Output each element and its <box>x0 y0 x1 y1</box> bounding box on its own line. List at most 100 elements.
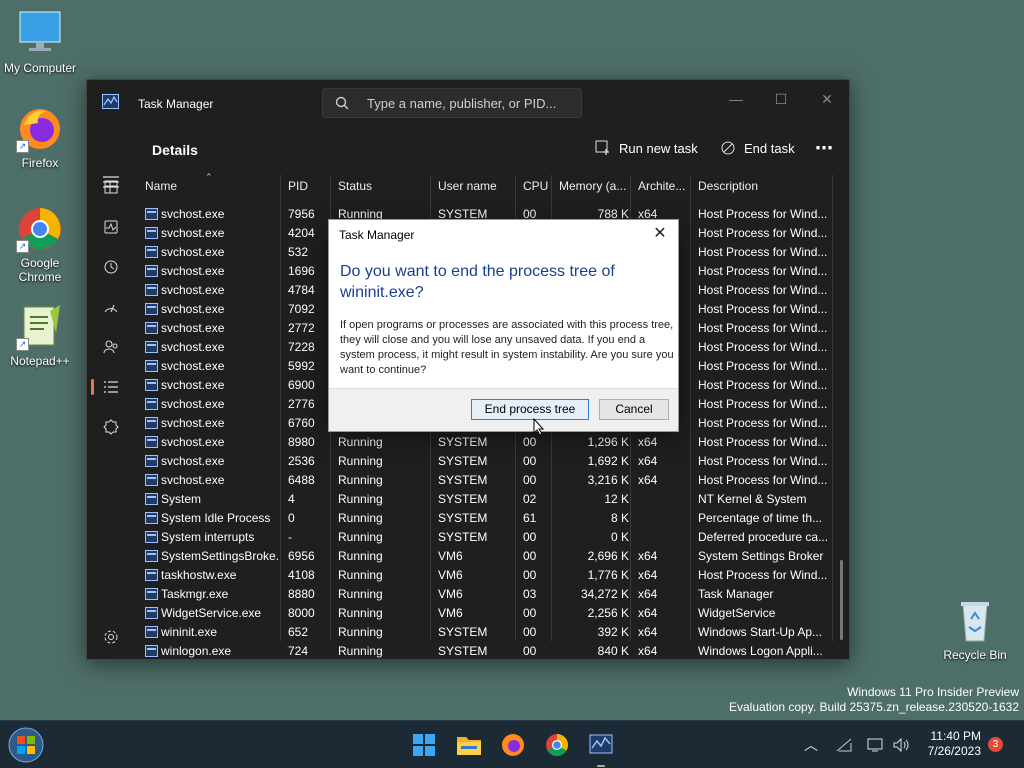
cell-pid: 7092 <box>288 302 315 316</box>
end-process-tree-button[interactable]: End process tree <box>471 399 589 420</box>
maximize-button[interactable]: ☐ <box>759 86 803 112</box>
folder-icon <box>457 737 481 755</box>
process-icon <box>145 588 158 600</box>
settings-gear-icon[interactable] <box>97 623 125 651</box>
start-orb-button[interactable] <box>6 725 46 765</box>
process-icon <box>145 379 158 391</box>
search-box[interactable] <box>322 88 582 118</box>
process-name: System <box>161 492 202 506</box>
column-header-pid[interactable]: PID <box>288 179 308 193</box>
dialog-close-button[interactable]: ✕ <box>650 225 670 243</box>
table-row[interactable]: System 4 Running SYSTEM 02 12 K NT Kernel & Sy… <box>135 489 835 508</box>
taskbar-task-manager[interactable] <box>584 729 618 767</box>
table-row[interactable]: WidgetService.exe 8000 Running VM6 00 2,256 K… <box>135 603 835 622</box>
cell-pid: 1696 <box>288 264 315 278</box>
desktop-icon-my-computer[interactable]: My Computer <box>0 10 80 75</box>
column-header-cpu[interactable]: CPU <box>523 179 548 193</box>
end-task-icon <box>721 141 735 155</box>
taskbar-chrome[interactable] <box>540 729 574 761</box>
start-button[interactable] <box>407 729 441 761</box>
table-row[interactable]: winlogon.exe 724 Running SYSTEM 00 840 K x64 Wi… <box>135 641 835 660</box>
process-name: svchost.exe <box>161 283 225 297</box>
cell-memory: 34,272 K <box>580 587 629 601</box>
table-row[interactable]: svchost.exe 2536 Running SYSTEM 00 1,692 K x64… <box>135 451 835 470</box>
process-name: winlogon.exe <box>161 644 232 658</box>
column-header-memory[interactable]: Memory (a... <box>559 179 626 193</box>
nav-services-icon[interactable] <box>97 413 125 441</box>
cell-status: Running <box>338 568 383 582</box>
cell-memory: 2,256 K <box>587 606 629 620</box>
column-header-architecture[interactable]: Archite... <box>638 179 685 193</box>
cell-arch: x64 <box>638 606 658 620</box>
nav-details-icon[interactable] <box>91 373 125 401</box>
column-header-user-name[interactable]: User name <box>438 179 497 193</box>
watermark-line-2: Evaluation copy. Build 25375.zn_release.… <box>729 700 1019 714</box>
tray-network-icon[interactable] <box>829 729 859 761</box>
table-row[interactable]: System interrupts - Running SYSTEM 00 0 K Defe… <box>135 527 835 546</box>
cell-name: svchost.exe <box>145 207 280 221</box>
cell-status: Running <box>338 492 383 506</box>
desktop-icon-recycle-bin[interactable]: Recycle Bin <box>935 597 1015 662</box>
cell-arch: x64 <box>638 568 658 582</box>
tray-volume-icon[interactable] <box>886 729 916 761</box>
minimize-button[interactable]: — <box>714 86 758 112</box>
cell-memory: 12 K <box>604 492 629 506</box>
cell-pid: 7228 <box>288 340 315 354</box>
desktop-icon-notepadpp[interactable]: ↗ Notepad++ <box>0 303 80 368</box>
process-icon <box>145 455 158 467</box>
nav-startup-apps-icon[interactable] <box>97 293 125 321</box>
table-row[interactable]: svchost.exe 8980 Running SYSTEM 00 1,296 Kx64… <box>135 432 835 451</box>
column-header-status[interactable]: Status <box>338 179 372 193</box>
cell-memory: 840 K <box>597 644 629 658</box>
table-row[interactable]: System Idle Process 0 Running SYSTEM 61 8 K Pe… <box>135 508 835 527</box>
table-row[interactable]: taskhostw.exe 4108 Running VM6 00 1,776 K x64 H… <box>135 565 835 584</box>
cancel-button[interactable]: Cancel <box>599 399 669 420</box>
cell-description: Windows Logon Appli... <box>698 644 823 658</box>
end-task-button[interactable]: End task <box>720 132 795 164</box>
desktop-icon-chrome[interactable]: ↗ Google Chrome <box>0 205 80 284</box>
close-button[interactable]: ✕ <box>805 86 849 112</box>
notification-badge[interactable]: 3 <box>988 737 1003 752</box>
search-input[interactable] <box>367 94 572 112</box>
taskbar-firefox[interactable] <box>496 729 530 761</box>
cell-name: wininit.exe <box>145 625 280 639</box>
running-indicator <box>597 765 605 767</box>
vertical-scrollbar[interactable] <box>840 560 843 640</box>
table-row[interactable]: SystemSettingsBroke... 6956 Running VM6 00 2,… <box>135 546 835 565</box>
cell-pid: 2776 <box>288 397 315 411</box>
cell-pid: 6900 <box>288 378 315 392</box>
process-icon <box>145 360 158 372</box>
process-name: svchost.exe <box>161 397 225 411</box>
desktop-icon-firefox[interactable]: ↗ Firefox <box>0 105 80 170</box>
windows-orb-icon <box>8 727 44 763</box>
cell-name: winlogon.exe <box>145 644 280 658</box>
cell-cpu: 00 <box>523 454 537 468</box>
nav-app-history-icon[interactable] <box>97 253 125 281</box>
nav-users-icon[interactable] <box>97 333 125 361</box>
firefox-icon <box>502 734 524 756</box>
cell-name: svchost.exe <box>145 283 280 297</box>
column-header-name[interactable]: Name <box>145 179 177 193</box>
table-row[interactable]: Taskmgr.exe 8880 Running VM6 03 34,272 K x64 Ta… <box>135 584 835 603</box>
process-name: svchost.exe <box>161 302 225 316</box>
table-row[interactable]: wininit.exe 652 Running SYSTEM 00 392 K x64 Win… <box>135 622 835 641</box>
cell-pid: 2536 <box>288 454 315 468</box>
process-name: SystemSettingsBroke... <box>161 549 280 563</box>
cell-cpu: 03 <box>523 587 537 601</box>
cell-name: svchost.exe <box>145 245 280 259</box>
run-new-task-button[interactable]: Run new task <box>595 132 698 164</box>
tray-overflow-chevron-icon[interactable]: ︿ <box>796 729 826 761</box>
taskbar-file-explorer[interactable] <box>452 729 486 761</box>
system-clock[interactable]: 11:40 PM 7/26/2023 <box>918 729 981 759</box>
column-header-description[interactable]: Description <box>698 179 758 193</box>
sort-arrow-icon: ⌃ <box>205 172 213 182</box>
cell-memory: 2,696 K <box>587 549 629 563</box>
table-row[interactable]: svchost.exe 6488 Running SYSTEM 00 3,216 K x64… <box>135 470 835 489</box>
cell-name: svchost.exe <box>145 340 280 354</box>
title-bar[interactable]: Task Manager — ☐ ✕ <box>87 80 849 126</box>
cell-pid: 652 <box>288 625 309 639</box>
nav-processes-icon[interactable] <box>97 173 125 201</box>
more-options-button[interactable]: ⋯ <box>815 132 833 164</box>
nav-performance-icon[interactable] <box>97 213 125 241</box>
desktop-icon-label: Recycle Bin <box>943 648 1007 662</box>
